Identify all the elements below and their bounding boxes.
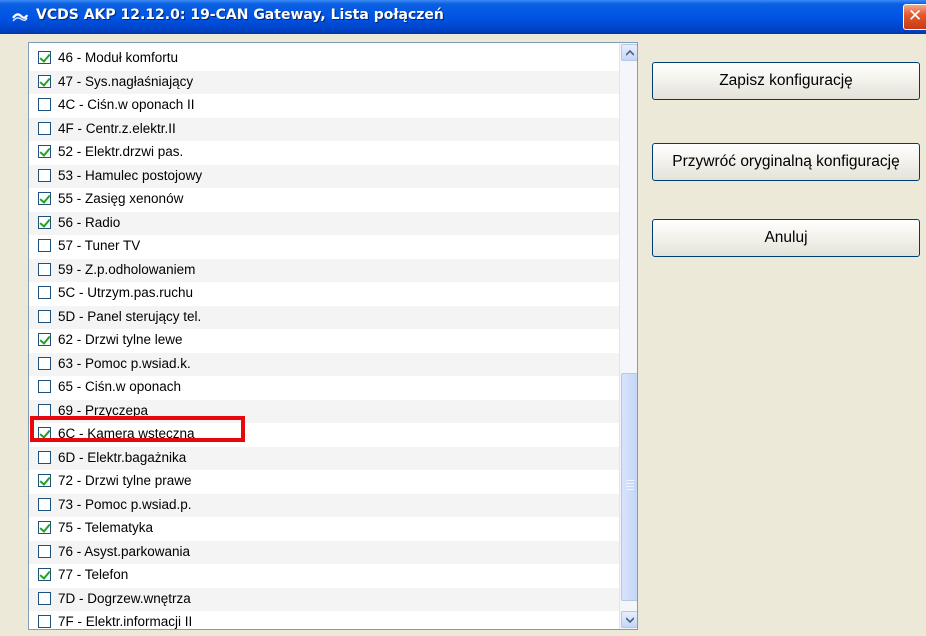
scroll-up-button[interactable] xyxy=(621,44,637,61)
checkbox[interactable] xyxy=(38,98,51,111)
checkbox[interactable] xyxy=(38,474,51,487)
list-item-label: 6D - Elektr.bagażnika xyxy=(58,449,187,465)
checkbox[interactable] xyxy=(38,591,51,605)
checkbox[interactable] xyxy=(38,333,51,346)
checkbox[interactable] xyxy=(38,568,51,581)
close-button[interactable]: ✕ xyxy=(903,4,926,30)
vcds-window: VCDS AKP 12.12.0: 19-CAN Gateway, Lista … xyxy=(0,0,926,636)
list-item-label: 4C - Ciśn.w oponach II xyxy=(58,97,195,112)
list-item[interactable]: 77 - Telefon xyxy=(29,564,619,588)
list-item[interactable]: 6D - Elektr.bagażnika xyxy=(29,446,619,470)
connection-list[interactable]: 46 - Moduł komfortu 47 - Sys.nagłaśniając… xyxy=(28,42,638,630)
checkbox[interactable] xyxy=(38,309,51,323)
list-item-label: 46 - Moduł komfortu xyxy=(58,50,179,65)
vcds-cable-icon xyxy=(12,13,28,22)
checkbox[interactable] xyxy=(38,168,51,182)
checkbox[interactable] xyxy=(38,356,51,370)
list-item[interactable]: 57 - Tuner TV xyxy=(29,235,619,259)
chevron-up-icon xyxy=(626,50,634,56)
checkbox[interactable] xyxy=(38,521,51,534)
vertical-scrollbar[interactable] xyxy=(619,43,637,629)
checkbox[interactable] xyxy=(38,544,51,558)
list-item-label: 57 - Tuner TV xyxy=(58,238,141,253)
checkbox[interactable] xyxy=(38,121,51,135)
list-item-label: 5D - Panel sterujący tel. xyxy=(58,308,202,324)
list-item[interactable]: 5C - Utrzym.pas.ruchu xyxy=(29,282,619,306)
list-item[interactable]: 46 - Moduł komfortu xyxy=(29,47,619,71)
checkbox[interactable] xyxy=(38,427,51,440)
list-item-label: 77 - Telefon xyxy=(58,567,129,582)
list-item-label: 4F - Centr.z.elektr.II xyxy=(58,120,176,136)
list-item-label: 63 - Pomoc p.wsiad.k. xyxy=(58,355,191,371)
list-item-label: 7F - Elektr.informacji II xyxy=(58,614,193,629)
checkbox[interactable] xyxy=(38,239,51,252)
list-item[interactable]: 53 - Hamulec postojowy xyxy=(29,164,619,188)
list-item[interactable]: 73 - Pomoc p.wsiad.p. xyxy=(29,493,619,517)
list-item[interactable]: 62 - Drzwi tylne lewe xyxy=(29,329,619,353)
list-item[interactable]: 76 - Asyst.parkowania xyxy=(29,540,619,564)
list-item-label: 53 - Hamulec postojowy xyxy=(58,167,203,183)
list-item[interactable]: 7F - Elektr.informacji II xyxy=(29,611,619,629)
checkbox[interactable] xyxy=(38,497,51,511)
list-item[interactable]: 63 - Pomoc p.wsiad.k. xyxy=(29,352,619,376)
scroll-down-button[interactable] xyxy=(621,611,637,628)
list-item-label: 69 - Przyczepa xyxy=(58,402,149,418)
list-item[interactable]: 59 - Z.p.odholowaniem xyxy=(29,258,619,282)
checkbox[interactable] xyxy=(38,192,51,205)
list-item[interactable]: 69 - Przyczepa xyxy=(29,399,619,423)
list-item[interactable]: 4C - Ciśn.w oponach II xyxy=(29,94,619,118)
checkbox[interactable] xyxy=(38,403,51,417)
save-config-button[interactable]: Zapisz konfigurację xyxy=(652,62,920,100)
list-item[interactable]: 65 - Ciśn.w oponach xyxy=(29,376,619,400)
list-item[interactable]: 4F - Centr.z.elektr.II xyxy=(29,117,619,141)
list-item[interactable]: 52 - Elektr.drzwi pas. xyxy=(29,141,619,165)
connection-list-rows: 46 - Moduł komfortu 47 - Sys.nagłaśniając… xyxy=(29,47,619,629)
list-item-label: 47 - Sys.nagłaśniający xyxy=(58,73,194,89)
checkbox[interactable] xyxy=(38,380,51,393)
list-item-label: 73 - Pomoc p.wsiad.p. xyxy=(58,496,192,512)
list-item-label: 75 - Telematyka xyxy=(58,520,154,535)
checkbox[interactable] xyxy=(38,450,51,464)
cancel-button[interactable]: Anuluj xyxy=(652,219,920,257)
title-bar[interactable]: VCDS AKP 12.12.0: 19-CAN Gateway, Lista … xyxy=(0,0,926,34)
chevron-down-icon xyxy=(626,617,634,623)
scroll-thumb[interactable] xyxy=(621,373,637,601)
list-item-label: 6C - Kamera wsteczna xyxy=(58,426,195,441)
list-item[interactable]: 72 - Drzwi tylne prawe xyxy=(29,470,619,494)
list-item-label: 65 - Ciśn.w oponach xyxy=(58,379,182,394)
list-item[interactable]: 56 - Radio xyxy=(29,211,619,235)
list-item[interactable]: 47 - Sys.nagłaśniający xyxy=(29,70,619,94)
list-item[interactable]: 75 - Telematyka xyxy=(29,517,619,541)
list-item[interactable]: 7D - Dogrzew.wnętrza xyxy=(29,587,619,611)
dialog-body: 46 - Moduł komfortu 47 - Sys.nagłaśniając… xyxy=(0,34,926,636)
list-item-label: 72 - Drzwi tylne prawe xyxy=(58,473,192,488)
window-title: VCDS AKP 12.12.0: 19-CAN Gateway, Lista … xyxy=(36,7,444,23)
checkbox[interactable] xyxy=(38,262,51,276)
list-item[interactable]: 55 - Zasięg xenonów xyxy=(29,188,619,212)
list-item[interactable]: 6C - Kamera wsteczna xyxy=(29,423,619,447)
list-item-label: 7D - Dogrzew.wnętrza xyxy=(58,590,191,606)
checkbox[interactable] xyxy=(38,145,51,158)
list-item[interactable]: 5D - Panel sterujący tel. xyxy=(29,305,619,329)
list-item-label: 56 - Radio xyxy=(58,214,121,230)
list-item-label: 59 - Z.p.odholowaniem xyxy=(58,261,196,277)
list-item-label: 76 - Asyst.parkowania xyxy=(58,543,191,559)
restore-config-button[interactable]: Przywróć oryginalną konfigurację xyxy=(652,143,920,181)
checkbox[interactable] xyxy=(38,51,51,64)
list-item-label: 55 - Zasięg xenonów xyxy=(58,191,184,206)
list-item-label: 62 - Drzwi tylne lewe xyxy=(58,332,183,347)
checkbox[interactable] xyxy=(38,215,51,229)
close-icon: ✕ xyxy=(908,6,923,26)
checkbox[interactable] xyxy=(38,74,51,88)
list-item-label: 5C - Utrzym.pas.ruchu xyxy=(58,285,194,300)
list-item-label: 52 - Elektr.drzwi pas. xyxy=(58,144,184,159)
checkbox[interactable] xyxy=(38,286,51,299)
checkbox[interactable] xyxy=(38,615,51,628)
